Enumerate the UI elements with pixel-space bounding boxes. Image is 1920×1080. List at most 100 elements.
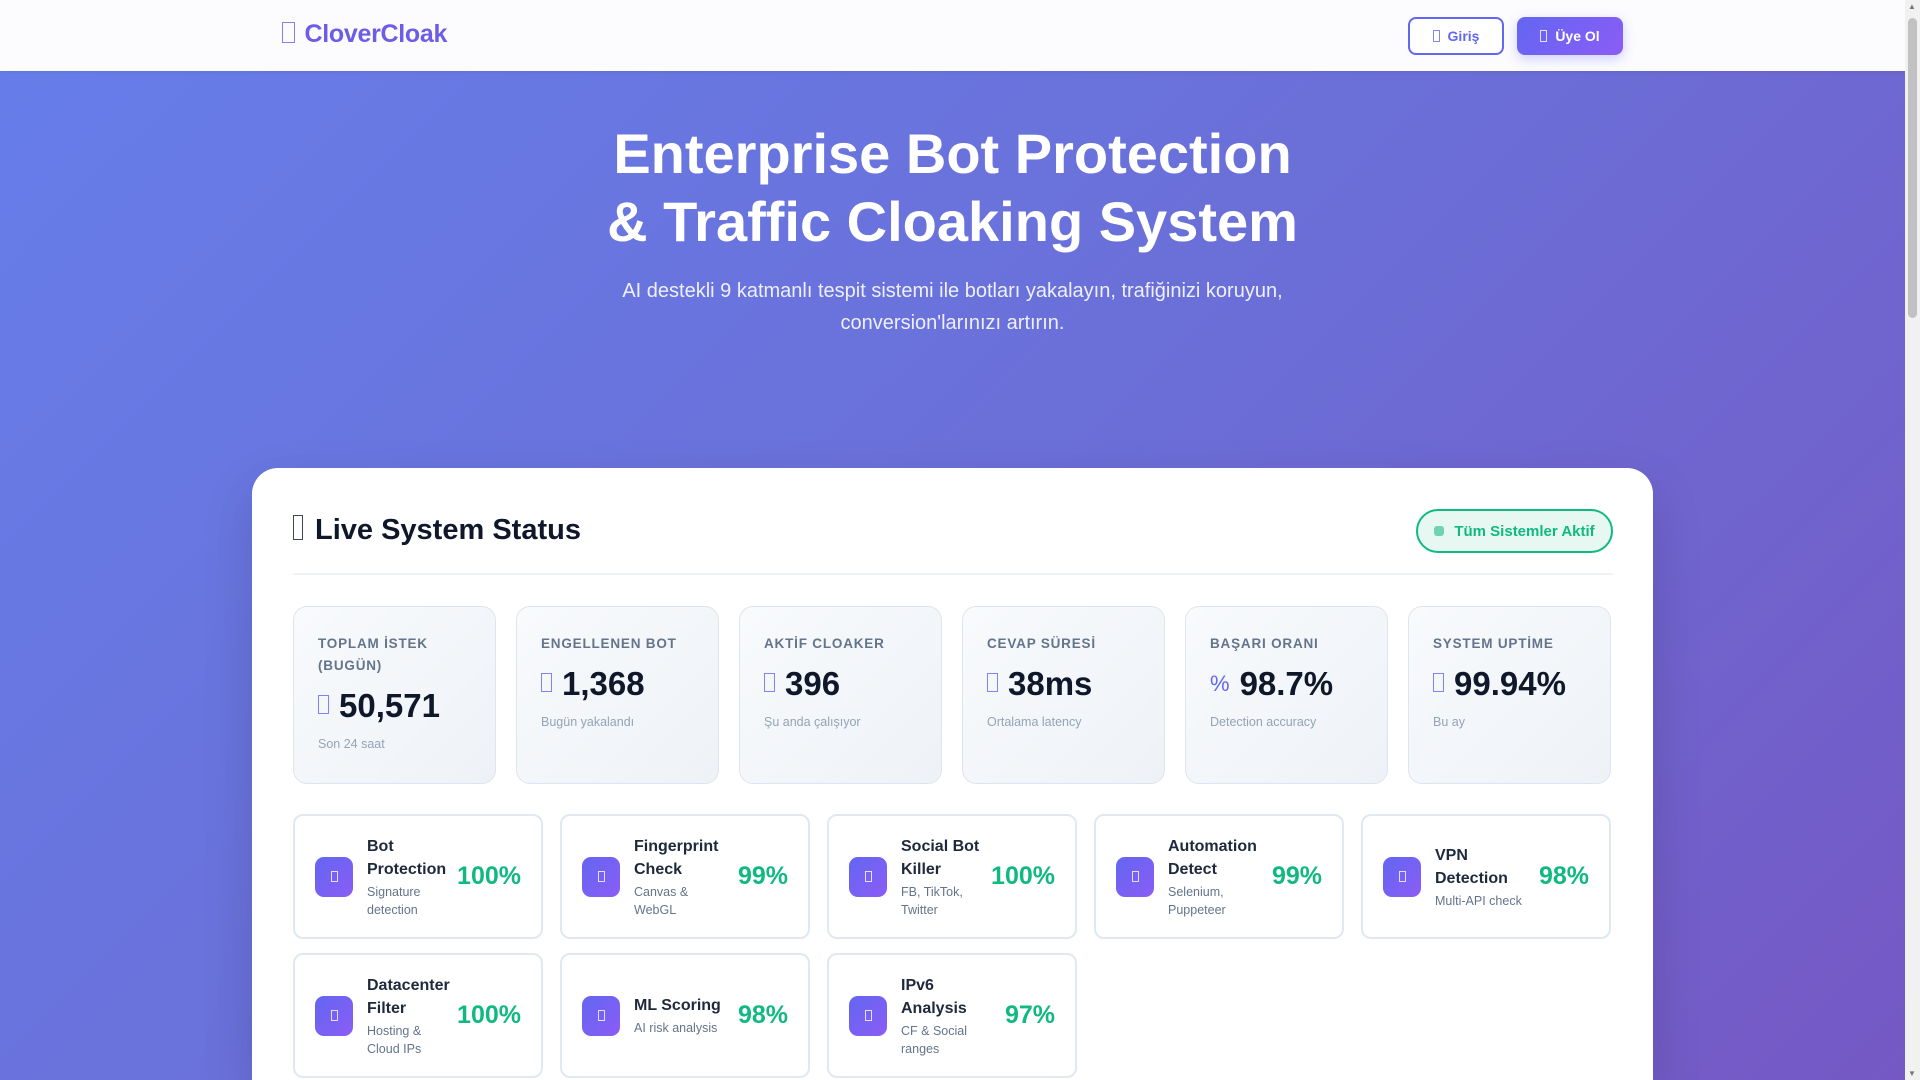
feature-percent: 100% — [457, 1001, 521, 1029]
scroll-down-icon[interactable]: ▼ — [1908, 1069, 1916, 1078]
stat-subtext: Detection accuracy — [1210, 715, 1317, 729]
status-badge-text: Tüm Sistemler Aktif — [1454, 522, 1595, 540]
features-grid: Bot Protection Signature detection 100% … — [293, 814, 1611, 1078]
feature-icon — [315, 856, 353, 897]
section-title-text: Live System Status — [315, 514, 581, 546]
scrollbar-thumb[interactable] — [1908, 18, 1917, 318]
feature-subtitle: Canvas & WebGL — [634, 884, 689, 917]
stat-icon — [1433, 671, 1444, 697]
hero-subtitle-line2: conversion'larınızı artırın. — [840, 312, 1065, 334]
feature-icon — [849, 856, 887, 897]
feature-percent: 98% — [1538, 862, 1589, 890]
feature-subtitle: Signature detection — [367, 884, 421, 917]
feature-icon — [849, 995, 887, 1036]
stat-label: BAŞARI ORANI — [1210, 636, 1319, 651]
feature-card: Datacenter Filter Hosting & Cloud IPs 10… — [293, 953, 543, 1078]
stat-label: TOPLAM İSTEK (BUGÜN) — [318, 636, 428, 673]
feature-card: VPN Detection Multi-API check 98% — [1361, 814, 1611, 939]
stat-subtext: Son 24 saat — [318, 737, 385, 751]
section-title: Live System Status — [293, 514, 581, 547]
feature-icon — [582, 856, 620, 897]
feature-subtitle: CF & Social ranges — [901, 1023, 967, 1056]
stat-label: ENGELLENEN BOT — [541, 636, 677, 651]
logo-text: CloverCloak — [304, 20, 448, 48]
stat-value: 1,368 — [562, 665, 645, 702]
clover-icon — [282, 21, 295, 43]
stat-value: 99.94% — [1454, 665, 1566, 702]
feature-title: Fingerprint Check — [634, 837, 719, 878]
feature-title: Social Bot Killer — [901, 837, 980, 878]
feature-icon — [1383, 856, 1421, 897]
feature-percent: 100% — [457, 862, 521, 890]
feature-title: Bot Protection — [367, 837, 447, 878]
stat-icon — [987, 671, 998, 697]
feature-percent: 99% — [1271, 862, 1322, 890]
stat-value: 98.7% — [1239, 665, 1334, 702]
stat-label: AKTİF CLOAKER — [764, 636, 885, 651]
stat-icon: % — [1210, 671, 1230, 697]
login-label: Giriş — [1447, 28, 1480, 44]
feature-card: IPv6 Analysis CF & Social ranges 97% — [827, 953, 1077, 1078]
feature-subtitle: AI risk analysis — [634, 1021, 718, 1035]
hero-title-line2: & Traffic Cloaking System — [607, 190, 1298, 253]
feature-title: Datacenter Filter — [367, 976, 450, 1017]
stats-grid: TOPLAM İSTEK (BUGÜN) 50,571 Son 24 saat … — [293, 606, 1611, 784]
stat-card: BAŞARI ORANI % 98.7% Detection accuracy — [1185, 606, 1388, 784]
stat-subtext: Ortalama latency — [987, 715, 1082, 729]
pulse-icon — [293, 515, 303, 540]
stat-card: SYSTEM UPTİME 99.94% Bu ay — [1408, 606, 1611, 784]
stat-icon — [541, 671, 552, 697]
stat-value: 50,571 — [339, 687, 440, 724]
stat-icon — [318, 693, 329, 719]
stat-card: AKTİF CLOAKER 396 Şu anda çalışıyor — [739, 606, 942, 784]
stat-value-row: 99.94% — [1433, 665, 1586, 703]
feature-percent: 98% — [737, 1001, 788, 1029]
stat-value: 38ms — [1008, 665, 1093, 702]
stat-subtext: Bu ay — [1433, 715, 1465, 729]
feature-percent: 99% — [737, 862, 788, 890]
signup-button[interactable]: Üye Ol — [1517, 17, 1623, 55]
stat-label: CEVAP SÜRESİ — [987, 636, 1096, 651]
stat-value-row: % 98.7% — [1210, 665, 1363, 703]
status-dot-icon — [1434, 526, 1445, 536]
feature-subtitle: Selenium, Puppeteer — [1168, 884, 1226, 917]
stat-card: TOPLAM İSTEK (BUGÜN) 50,571 Son 24 saat — [293, 606, 496, 784]
scroll-up-icon[interactable]: ▲ — [1908, 2, 1916, 11]
status-badge: Tüm Sistemler Aktif — [1416, 509, 1613, 553]
feature-title: ML Scoring — [634, 997, 721, 1014]
feature-title: Automation Detect — [1168, 837, 1257, 878]
stat-value-row: 50,571 — [318, 687, 471, 725]
feature-card: Automation Detect Selenium, Puppeteer 99… — [1094, 814, 1344, 939]
top-navbar: CloverCloak Giriş Üye Ol — [0, 0, 1905, 71]
divider — [293, 573, 1613, 575]
hero-subtitle-line1: AI destekli 9 katmanlı tespit sistemi il… — [622, 280, 1283, 302]
stat-value-row: 396 — [764, 665, 917, 703]
feature-percent: 100% — [991, 862, 1055, 890]
feature-title: VPN Detection — [1435, 846, 1508, 887]
feature-subtitle: Hosting & Cloud IPs — [367, 1023, 422, 1056]
stat-value: 396 — [785, 665, 841, 702]
stat-card: ENGELLENEN BOT 1,368 Bugün yakalandı — [516, 606, 719, 784]
feature-icon — [582, 995, 620, 1036]
hero-title: Enterprise Bot Protection & Traffic Cloak… — [0, 120, 1905, 256]
feature-icon — [315, 995, 353, 1036]
scrollbar[interactable]: ▲ ▼ — [1905, 0, 1920, 1080]
percent-icon: % — [1210, 671, 1230, 696]
hero-subtitle: AI destekli 9 katmanlı tespit sistemi il… — [0, 275, 1905, 339]
login-button[interactable]: Giriş — [1408, 17, 1504, 55]
feature-subtitle: FB, TikTok, Twitter — [901, 884, 963, 917]
stat-value-row: 1,368 — [541, 665, 694, 703]
signup-label: Üye Ol — [1555, 28, 1600, 44]
stat-value-row: 38ms — [987, 665, 1140, 703]
stat-label: SYSTEM UPTİME — [1433, 636, 1554, 651]
sign-in-icon — [1432, 30, 1440, 42]
feature-card: Bot Protection Signature detection 100% — [293, 814, 543, 939]
feature-subtitle: Multi-API check — [1435, 893, 1522, 908]
hero-title-line1: Enterprise Bot Protection — [613, 122, 1292, 185]
stat-icon — [764, 671, 775, 697]
logo-link[interactable]: CloverCloak — [282, 20, 447, 49]
stat-card: CEVAP SÜRESİ 38ms Ortalama latency — [962, 606, 1165, 784]
feature-card: ML Scoring AI risk analysis 98% — [560, 953, 810, 1078]
feature-card: Fingerprint Check Canvas & WebGL 99% — [560, 814, 810, 939]
feature-title: IPv6 Analysis — [901, 976, 967, 1017]
